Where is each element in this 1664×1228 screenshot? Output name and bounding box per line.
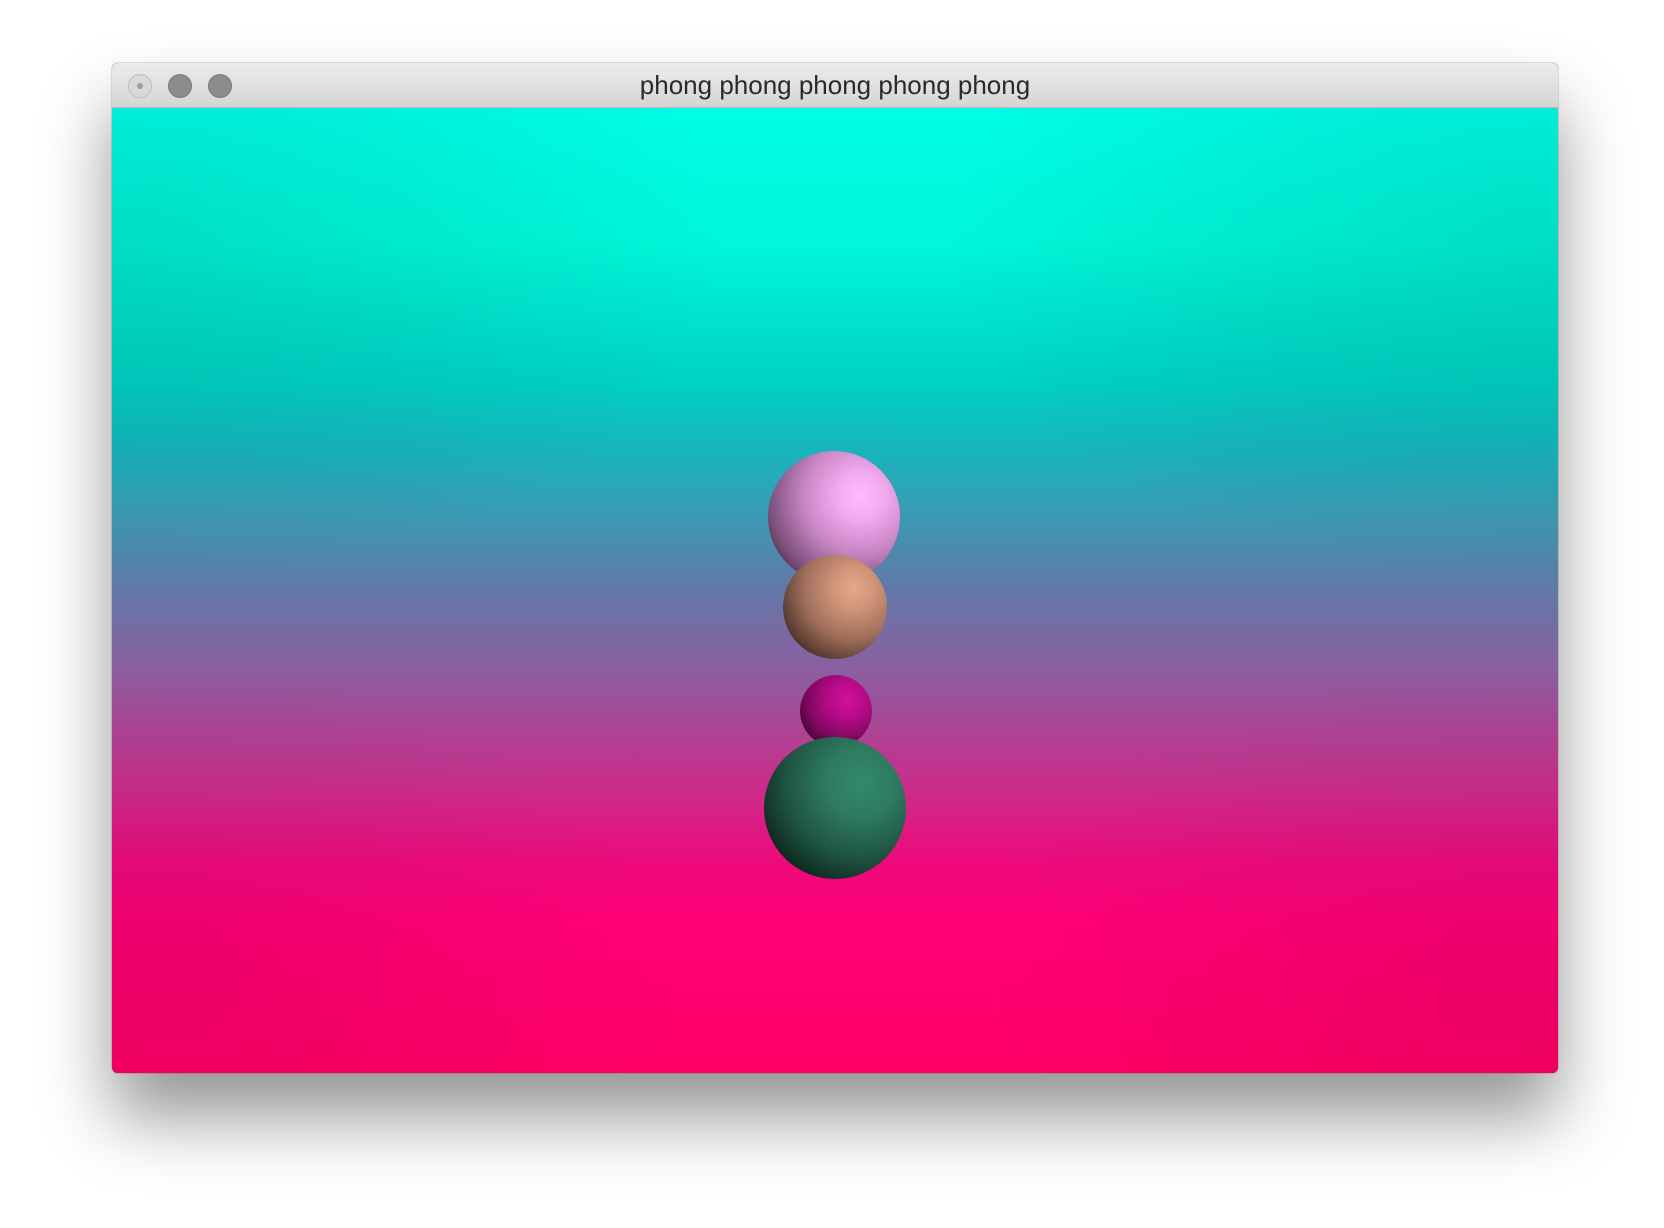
window-title: phong phong phong phong phong [639,70,1031,100]
title-bar[interactable]: phong phong phong phong phong [112,63,1558,108]
desktop: phong phong phong phong phong [0,0,1664,1228]
app-window: phong phong phong phong phong [112,63,1558,1073]
render-viewport[interactable] [112,108,1558,1073]
green-sphere [764,737,906,879]
tan-sphere [783,555,887,659]
